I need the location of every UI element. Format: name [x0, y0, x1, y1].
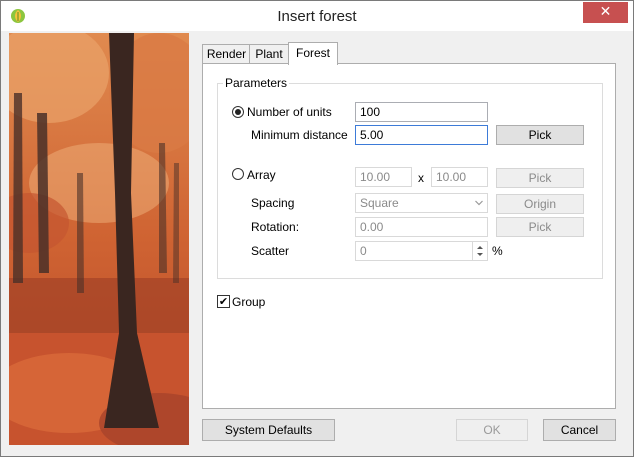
checkmark-icon: ✔ — [218, 295, 229, 308]
forest-tab-panel: Parameters Number of units 100 Minimum d… — [202, 63, 616, 409]
minimum-distance-input[interactable]: 5.00 — [355, 125, 488, 145]
tab-forest[interactable]: Forest — [288, 42, 338, 65]
forest-preview-image — [9, 33, 189, 445]
array-y-input[interactable]: 10.00 — [431, 167, 488, 187]
spin-arrows-icon — [477, 246, 483, 256]
spacing-label: Spacing — [251, 196, 295, 210]
array-separator: x — [418, 171, 424, 185]
array-x-input[interactable]: 10.00 — [355, 167, 412, 187]
minimum-distance-pick-button[interactable]: Pick — [496, 125, 584, 145]
rotation-label: Rotation: — [251, 220, 300, 234]
group-label: Group — [232, 295, 266, 309]
scatter-label: Scatter — [251, 244, 290, 258]
tab-render[interactable]: Render — [202, 44, 251, 64]
rotation-pick-button[interactable]: Pick — [496, 217, 584, 237]
array-radio[interactable] — [232, 168, 244, 180]
rotation-input[interactable]: 0.00 — [355, 217, 488, 237]
minimum-distance-label: Minimum distance — [251, 128, 348, 142]
close-icon: ✕ — [599, 4, 612, 20]
window-title: Insert forest — [277, 8, 357, 25]
tab-plant[interactable]: Plant — [249, 44, 289, 64]
spacing-origin-button[interactable]: Origin — [496, 194, 584, 214]
number-of-units-radio[interactable] — [232, 106, 244, 118]
cancel-button[interactable]: Cancel — [543, 419, 616, 441]
forest-preview-illustration — [9, 33, 189, 445]
chevron-down-icon — [475, 200, 483, 206]
ok-button[interactable]: OK — [456, 419, 528, 441]
number-of-units-input[interactable]: 100 — [355, 102, 488, 122]
parameters-legend: Parameters — [223, 76, 290, 90]
scatter-spin-buttons[interactable] — [472, 242, 487, 260]
system-defaults-button[interactable]: System Defaults — [202, 419, 335, 441]
number-of-units-label: Number of units — [247, 105, 332, 119]
array-pick-button[interactable]: Pick — [496, 168, 584, 188]
spacing-select-value: Square — [360, 196, 399, 210]
array-label: Array — [247, 168, 276, 182]
dialog-window: Insert forest ✕ Render Plant Forest Para… — [0, 0, 634, 457]
radio-selected-dot — [235, 109, 241, 115]
scatter-unit: % — [492, 244, 503, 258]
scatter-value: 0 — [360, 244, 367, 258]
scatter-spinner[interactable]: 0 — [355, 241, 488, 261]
spacing-select[interactable]: Square — [355, 193, 488, 213]
close-button[interactable]: ✕ — [583, 2, 628, 23]
group-checkbox[interactable]: ✔ — [217, 295, 230, 308]
title-bar[interactable]: Insert forest ✕ — [1, 1, 633, 31]
